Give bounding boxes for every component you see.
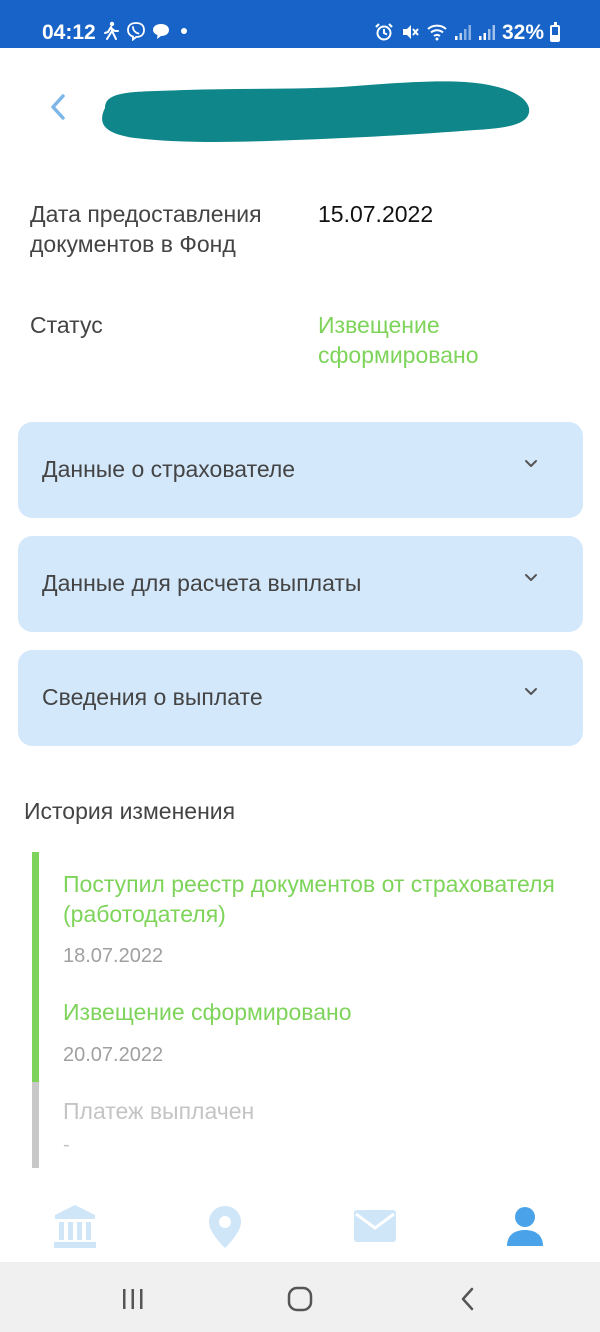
accordion-payment-calculation[interactable]: Данные для расчета выплаты <box>18 536 583 632</box>
viber-icon <box>126 21 146 44</box>
status-bar: 04:12 32% <box>0 0 600 48</box>
walk-icon <box>102 21 120 44</box>
accordion-label: Сведения о выплате <box>42 684 263 710</box>
location-pin-icon <box>209 1206 241 1248</box>
submission-date-label: Дата предоставления документов в Фонд <box>30 201 262 257</box>
history-item-title: Поступил реестр документов от страховате… <box>63 871 555 927</box>
recent-apps-icon <box>123 1289 143 1309</box>
chevron-down-icon <box>525 460 537 467</box>
timeline-bar-pending <box>32 1082 39 1168</box>
system-navigation-bar <box>0 1262 600 1332</box>
signal-icon <box>478 23 496 44</box>
history-title: История изменения <box>24 798 236 824</box>
history-item-title: Платеж выплачен <box>63 1098 255 1124</box>
dot-icon <box>176 23 192 42</box>
page-title-redacted <box>95 78 530 148</box>
accordion-label: Данные о страхователе <box>42 456 296 482</box>
home-icon <box>287 1286 313 1312</box>
wifi-icon <box>426 23 448 44</box>
bottom-navigation <box>0 1190 600 1260</box>
bank-icon <box>54 1205 96 1248</box>
accordion-insurer-data[interactable]: Данные о страхователе <box>18 422 583 518</box>
profile-icon <box>507 1207 543 1246</box>
accordion-payment-info[interactable]: Сведения о выплате <box>18 650 583 746</box>
back-button[interactable] <box>44 90 74 124</box>
accordion-label: Данные для расчета выплаты <box>42 570 362 596</box>
recent-apps-button[interactable] <box>118 1284 148 1314</box>
notification-icons <box>102 21 192 44</box>
signal-icon <box>454 23 472 44</box>
chevron-down-icon <box>525 688 537 695</box>
history-item-title: Извещение сформировано <box>63 999 352 1025</box>
nav-profile[interactable] <box>500 1202 550 1252</box>
history-item-date: 20.07.2022 <box>63 1044 164 1066</box>
alarm-icon <box>374 22 394 45</box>
chevron-left-icon <box>51 94 65 120</box>
mail-icon <box>354 1210 396 1242</box>
system-icons: 32% <box>374 21 560 45</box>
battery-percent: 32% <box>501 21 544 44</box>
nav-bank[interactable] <box>50 1202 100 1252</box>
status-label: Статус <box>30 312 103 338</box>
nav-location[interactable] <box>200 1202 250 1252</box>
chevron-down-icon <box>525 574 537 581</box>
history-item-date: 18.07.2022 <box>63 945 164 967</box>
system-back-button[interactable] <box>453 1284 483 1314</box>
chat-icon <box>152 22 170 43</box>
back-icon <box>461 1287 474 1311</box>
history-item-date: - <box>63 1134 70 1156</box>
timeline-bar-done <box>32 852 39 1082</box>
battery-icon <box>550 21 560 42</box>
nav-mail[interactable] <box>350 1202 400 1252</box>
status-time: 04:12 <box>42 21 96 44</box>
submission-date-value: 15.07.2022 <box>318 201 434 227</box>
status-value: Извещение сформировано <box>318 312 479 368</box>
mute-icon <box>400 22 420 45</box>
home-button[interactable] <box>285 1284 315 1314</box>
